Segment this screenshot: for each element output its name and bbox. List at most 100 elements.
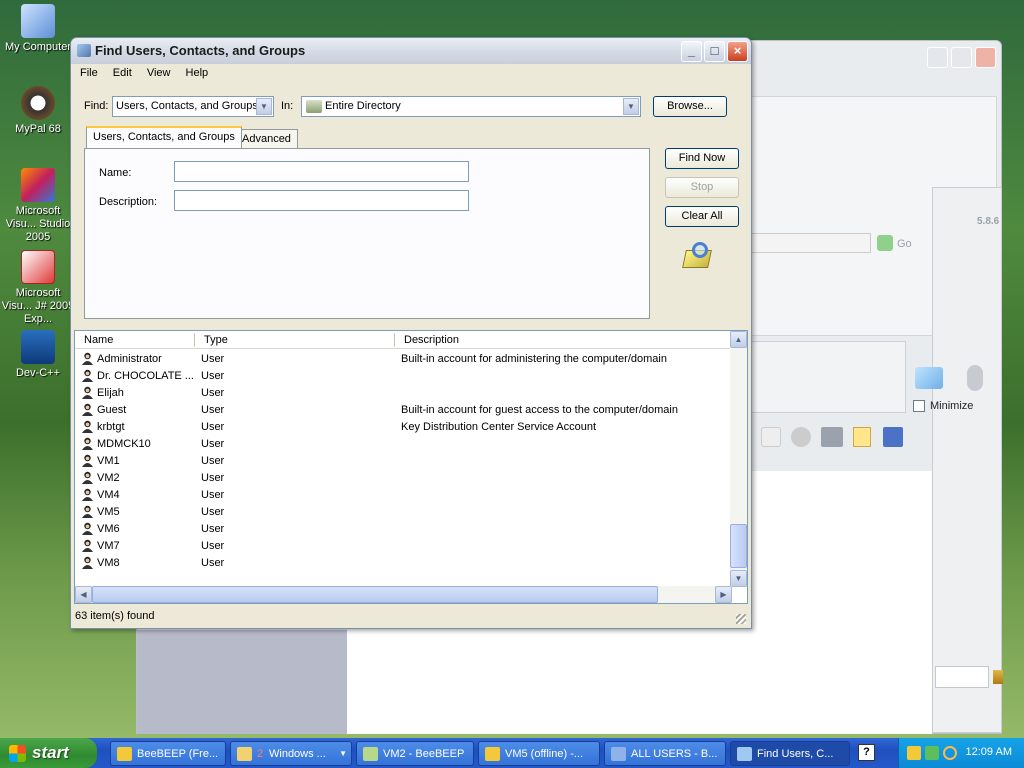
screenshot-icon[interactable]	[821, 427, 843, 447]
devcpp-icon	[21, 330, 55, 364]
clear-all-button[interactable]: Clear All	[665, 206, 739, 227]
resize-grip-icon[interactable]	[736, 614, 746, 624]
user-icon	[81, 488, 94, 502]
bg-minimize-button[interactable]	[927, 47, 948, 68]
row-type: User	[201, 523, 225, 535]
desktop-icon-my-computer[interactable]: My Computer	[0, 4, 76, 54]
help-icon[interactable]: ?	[858, 744, 875, 761]
scroll-up-arrow-icon[interactable]: ▲	[730, 331, 747, 348]
desktop-icon-jsharp[interactable]: Microsoft Visu... J# 2005 Exp...	[0, 250, 76, 326]
html-icon[interactable]	[761, 427, 781, 447]
menu-help[interactable]: Help	[180, 65, 215, 79]
minimize-button[interactable]: _	[681, 41, 702, 62]
minimize-checkbox[interactable]	[913, 400, 925, 412]
task-windows-explorer-group[interactable]: 2 Windows ... ▼	[230, 741, 352, 766]
table-row[interactable]: VM4 User	[75, 487, 732, 504]
scroll-down-arrow-icon[interactable]: ▼	[730, 570, 747, 587]
desktop-icon-visual-studio[interactable]: Microsoft Visu... Studio 2005	[0, 168, 76, 244]
find-now-button[interactable]: Find Now	[665, 148, 739, 169]
row-name: VM6	[97, 523, 120, 535]
bg-side-input[interactable]	[935, 666, 989, 688]
desktop-icon-label: Dev-C++	[15, 367, 61, 379]
bg-maximize-button[interactable]	[951, 47, 972, 68]
menu-file[interactable]: File	[74, 65, 104, 79]
row-type: User	[201, 370, 225, 382]
bg-combo[interactable]	[751, 233, 871, 253]
chevron-down-icon[interactable]: ▼	[256, 98, 272, 115]
task-beebeep[interactable]: BeeBEEP (Fre...	[110, 741, 226, 766]
close-button[interactable]: ×	[727, 41, 748, 62]
description-label: Description:	[99, 196, 158, 208]
user-icon	[81, 403, 94, 417]
desktop-icon-mypal[interactable]: MyPal 68	[0, 86, 76, 136]
column-header-name[interactable]: Name	[84, 334, 113, 346]
row-description: Built-in account for guest access to the…	[401, 404, 678, 416]
row-name: Guest	[97, 404, 127, 416]
name-input[interactable]	[174, 161, 469, 182]
find-type-select[interactable]: Users, Contacts, and Groups ▼	[112, 96, 274, 117]
chevron-down-icon[interactable]: ▼	[623, 98, 639, 115]
table-row[interactable]: VM6 User	[75, 521, 732, 538]
vertical-scrollbar[interactable]: ▲ ▼	[730, 331, 747, 587]
record-icon[interactable]	[791, 427, 811, 447]
menu-view[interactable]: View	[141, 65, 177, 79]
row-type: User	[201, 421, 225, 433]
save-icon[interactable]	[883, 427, 903, 447]
in-location-select[interactable]: Entire Directory ▼	[301, 96, 641, 117]
vertical-scroll-thumb[interactable]	[730, 524, 747, 568]
tray-icon-search[interactable]	[943, 746, 957, 760]
maximize-button[interactable]: □	[704, 41, 725, 62]
send-icon[interactable]	[915, 367, 943, 389]
bg-close-button[interactable]	[975, 47, 996, 68]
browse-button[interactable]: Browse...	[653, 96, 727, 117]
task-vm2-beebeep[interactable]: VM2 - BeeBEEP	[356, 741, 474, 766]
go-arrow-icon[interactable]	[877, 235, 893, 251]
tab-users-contacts-groups[interactable]: Users, Contacts, and Groups	[86, 126, 242, 148]
column-header-description[interactable]: Description	[404, 334, 459, 346]
table-row[interactable]: krbtgt User Key Distribution Center Servic…	[75, 419, 732, 436]
title-bar[interactable]: Find Users, Contacts, and Groups _ □ ×	[71, 38, 751, 64]
task-vm5-offline[interactable]: VM5 (offline) -...	[478, 741, 600, 766]
find-users-dialog[interactable]: Find Users, Contacts, and Groups _ □ × F…	[70, 37, 752, 629]
table-row[interactable]: Administrator User Built-in account for ad…	[75, 351, 732, 368]
tray-icon-bee[interactable]	[907, 746, 921, 760]
task-all-users[interactable]: ALL USERS - B...	[604, 741, 726, 766]
find-dialog-icon	[737, 747, 752, 761]
table-row[interactable]: VM8 User	[75, 555, 732, 572]
description-input[interactable]	[174, 190, 469, 211]
table-row[interactable]: Elijah User	[75, 385, 732, 402]
microphone-icon[interactable]	[967, 365, 983, 391]
table-row[interactable]: Dr. CHOCOLATE ... User	[75, 368, 732, 385]
table-row[interactable]: VM5 User	[75, 504, 732, 521]
scroll-left-arrow-icon[interactable]: ◀	[75, 586, 92, 603]
user-icon	[81, 369, 94, 383]
table-row[interactable]: VM1 User	[75, 453, 732, 470]
user-icon	[81, 352, 94, 366]
broom-icon[interactable]	[993, 670, 1003, 684]
tray-icon-network[interactable]	[925, 746, 939, 760]
find-dialog-icon	[77, 44, 91, 57]
row-type: User	[201, 506, 225, 518]
tab-advanced[interactable]: Advanced	[235, 129, 298, 149]
column-header-type[interactable]: Type	[204, 334, 228, 346]
scroll-right-arrow-icon[interactable]: ▶	[715, 586, 732, 603]
note-icon[interactable]	[853, 427, 871, 447]
row-type: User	[201, 404, 225, 416]
table-row[interactable]: VM2 User	[75, 470, 732, 487]
menu-edit[interactable]: Edit	[107, 65, 138, 79]
minimize-checkbox-label[interactable]: Minimize	[930, 400, 973, 412]
bg-go-label[interactable]: Go	[897, 238, 912, 250]
row-type: User	[201, 489, 225, 501]
horizontal-scrollbar[interactable]: ◀ ▶	[75, 586, 732, 603]
taskbar: start BeeBEEP (Fre... 2 Windows ... ▼ VM…	[0, 738, 1024, 768]
table-row[interactable]: VM7 User	[75, 538, 732, 555]
table-row[interactable]: Guest User Built-in account for guest acce…	[75, 402, 732, 419]
desktop-icon-devcpp[interactable]: Dev-C++	[0, 330, 76, 380]
horizontal-scroll-thumb[interactable]	[92, 586, 658, 603]
results-list[interactable]: Name Type Description Administrator User B…	[74, 330, 748, 604]
task-find-users[interactable]: Find Users, C...	[730, 741, 850, 766]
bg-toolbar	[757, 425, 917, 449]
start-button[interactable]: start	[0, 738, 97, 768]
table-row[interactable]: MDMCK10 User	[75, 436, 732, 453]
system-tray: 12:09 AM	[898, 738, 1024, 768]
